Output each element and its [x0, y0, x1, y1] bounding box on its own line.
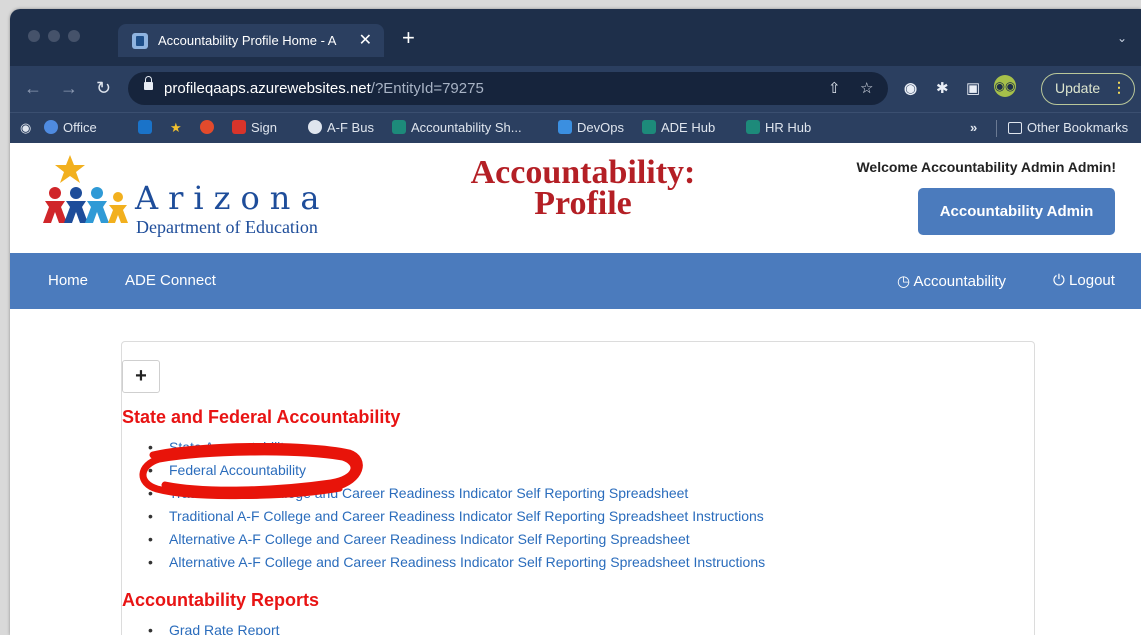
logo-arizona-text: Arizona	[135, 179, 330, 217]
nav-home[interactable]: Home	[48, 272, 88, 289]
accountability-reports-list: Grad Rate Report	[148, 622, 280, 635]
sharepoint-icon	[642, 120, 656, 134]
bookmark-sign[interactable]: Sign	[232, 120, 277, 135]
stick-figures-logo-icon	[43, 155, 128, 223]
link-alternative-ccri-spreadsheet[interactable]: Alternative A-F College and Career Readi…	[148, 531, 765, 554]
tab-close-icon[interactable]: ✕	[359, 30, 372, 50]
browser-window: Accountability Profile Home - A ✕ + ⌄ ← …	[10, 9, 1141, 635]
forward-arrow-icon[interactable]: →	[60, 78, 78, 99]
outlook-icon[interactable]	[138, 120, 157, 135]
section-title-accountability-reports: Accountability Reports	[122, 590, 320, 610]
link-traditional-ccri-spreadsheet[interactable]: Traditional A-F College and Career Readi…	[148, 485, 765, 508]
globe-icon[interactable]: ◉	[20, 120, 31, 136]
section-title-state-federal: State and Federal Accountability	[122, 407, 401, 427]
bookmark-ade-hub[interactable]: ADE Hub	[642, 120, 715, 135]
folder-icon	[1008, 122, 1022, 134]
nav-logout[interactable]: ⏻ Logout	[1053, 272, 1115, 289]
new-tab-button[interactable]: +	[402, 27, 415, 49]
welcome-message: Welcome Accountability Admin Admin!	[856, 159, 1116, 175]
dashboard-gauge-icon: ◷	[897, 273, 911, 290]
browser-toolbar: ← → ↻ profileqaaps.azurewebsites.net/?En…	[10, 66, 1141, 112]
star-bookmark-icon[interactable]: ★	[170, 120, 182, 136]
more-bookmarks-button[interactable]: »	[970, 120, 977, 135]
bookmarks-bar: ◉ Office ★ Sign A-F Bus Accountability S…	[10, 112, 1141, 144]
bookmark-hr-hub[interactable]: HR Hub	[746, 120, 811, 135]
page-favicon-icon	[132, 33, 148, 49]
profile-avatar-icon[interactable]: ◉◉	[994, 75, 1016, 97]
tab-bar: Accountability Profile Home - A ✕ + ⌄	[10, 9, 1141, 66]
main-navbar: Home ADE Connect ◷ Accountability ⏻ Logo…	[10, 253, 1141, 309]
window-zoom-light[interactable]	[68, 30, 80, 42]
url-text: profileqaaps.azurewebsites.net/?EntityId…	[164, 80, 484, 97]
link-state-accountability[interactable]: State Accountability	[148, 439, 765, 462]
extensions-puzzle-icon[interactable]: ✱	[936, 79, 949, 97]
content-panel: + State and Federal Accountability State…	[121, 341, 1035, 635]
link-grad-rate-report[interactable]: Grad Rate Report	[148, 622, 280, 635]
link-alternative-ccri-instructions[interactable]: Alternative A-F College and Career Readi…	[148, 554, 765, 577]
lock-icon	[144, 76, 153, 90]
office-icon	[44, 120, 58, 134]
back-arrow-icon[interactable]: ←	[24, 78, 42, 99]
password-manager-icon[interactable]: ◉	[904, 79, 917, 97]
browser-tab-active[interactable]: Accountability Profile Home - A ✕	[118, 24, 384, 57]
other-bookmarks-folder[interactable]: Other Bookmarks	[1008, 120, 1128, 135]
share-icon[interactable]: ⇧	[828, 79, 841, 97]
link-federal-accountability[interactable]: Federal Accountability	[148, 462, 765, 485]
browser-menu-icon[interactable]: ⋮	[1112, 79, 1126, 96]
adobe-sign-icon	[232, 120, 246, 134]
logo-department-text: Department of Education	[136, 217, 318, 237]
page-content: Arizona Department of Education Accounta…	[10, 143, 1141, 635]
address-bar[interactable]: profileqaaps.azurewebsites.net/?EntityId…	[128, 72, 888, 105]
bookmark-separator	[996, 120, 997, 137]
reload-icon[interactable]: ↻	[96, 78, 111, 99]
bookmark-devops[interactable]: DevOps	[558, 120, 624, 135]
devops-icon	[558, 120, 572, 134]
state-federal-list: State Accountability Federal Accountabil…	[148, 439, 765, 577]
ade-logo[interactable]: Arizona Department of Education	[43, 155, 383, 237]
nav-ade-connect[interactable]: ADE Connect	[125, 272, 216, 289]
update-button[interactable]: Update ⋮	[1041, 73, 1135, 105]
tab-search-chevron-icon[interactable]: ⌄	[1117, 31, 1127, 45]
side-panel-icon[interactable]: ▣	[966, 79, 980, 97]
link-traditional-ccri-instructions[interactable]: Traditional A-F College and Career Readi…	[148, 508, 765, 531]
sharepoint-icon	[746, 120, 760, 134]
bookmark-star-icon[interactable]: ☆	[860, 79, 873, 97]
bookmark-office[interactable]: Office	[44, 120, 97, 135]
power-icon: ⏻	[1053, 272, 1065, 289]
bookmark-accountability-sh[interactable]: Accountability Sh...	[392, 120, 522, 135]
window-close-light[interactable]	[28, 30, 40, 42]
window-minimize-light[interactable]	[48, 30, 60, 42]
accountability-admin-button[interactable]: Accountability Admin	[918, 188, 1115, 235]
bookmark-af-bus[interactable]: A-F Bus	[308, 120, 374, 135]
site-title: Accountability: Profile	[470, 154, 696, 222]
expand-plus-button[interactable]: +	[122, 360, 160, 393]
globe-icon	[308, 120, 322, 134]
opera-icon[interactable]	[200, 120, 219, 135]
tab-title: Accountability Profile Home - A	[158, 33, 337, 48]
sharepoint-icon	[392, 120, 406, 134]
nav-accountability[interactable]: ◷ Accountability	[897, 272, 1006, 290]
